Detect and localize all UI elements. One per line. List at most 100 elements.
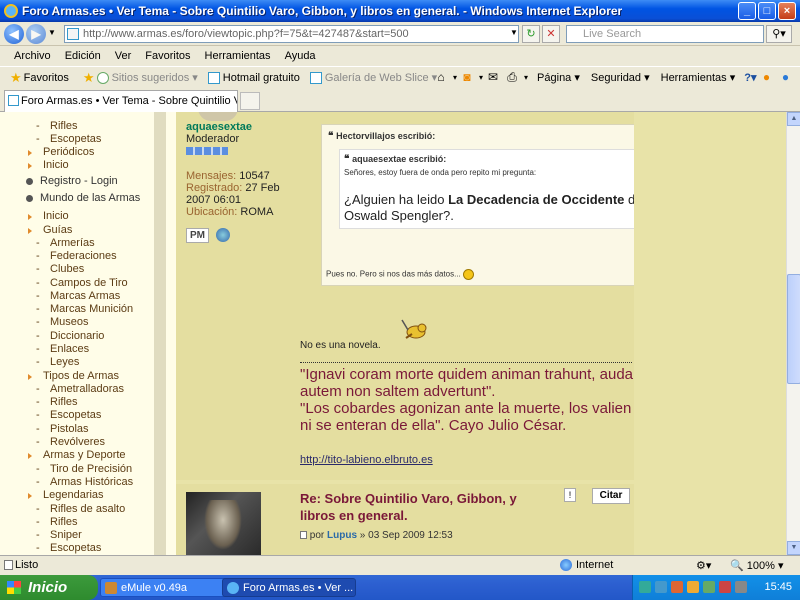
- sidebar-item-label: Rifles: [50, 516, 78, 528]
- tray-icon-4[interactable]: [687, 581, 699, 593]
- sidebar-item[interactable]: Escopetas: [36, 409, 101, 421]
- sidebar-item[interactable]: Armas Históricas: [36, 476, 133, 488]
- sidebar-item[interactable]: Tipos de Armas: [28, 370, 119, 382]
- sidebar-item[interactable]: Leyes: [36, 356, 80, 368]
- protected-mode-icon[interactable]: ⚙▾: [696, 559, 711, 572]
- zoom-level[interactable]: 🔍 100% ▾: [730, 559, 783, 572]
- quote-button[interactable]: Citar: [592, 488, 630, 504]
- post-author[interactable]: Lupus: [327, 530, 357, 541]
- sidebar-item[interactable]: Revólveres: [36, 436, 105, 448]
- sidebar-item[interactable]: Rifles: [36, 120, 77, 132]
- sidebar-item[interactable]: Legendarias: [28, 489, 104, 501]
- sidebar-item[interactable]: Inicio: [28, 159, 69, 171]
- history-dropdown-icon[interactable]: ▼: [48, 28, 56, 37]
- ie-icon: [227, 582, 239, 594]
- quote-outer-reply: Pues no. Pero si nos das más datos...: [326, 269, 461, 279]
- webslice-link[interactable]: Galería de Web Slice ▾: [309, 71, 437, 84]
- scroll-up-icon[interactable]: ▲: [787, 112, 800, 126]
- sidebar-item[interactable]: Diccionario: [36, 330, 105, 342]
- security-menu[interactable]: Seguridad ▾: [591, 71, 650, 84]
- tray-icon-3[interactable]: [671, 581, 683, 593]
- sidebar-item[interactable]: Clubes: [36, 263, 84, 275]
- mail-icon[interactable]: ✉: [486, 70, 500, 84]
- sidebar-item-label: Museos: [50, 316, 89, 328]
- sidebar-item[interactable]: Guías: [28, 224, 72, 236]
- sidebar-item[interactable]: Campos de Tiro: [36, 277, 128, 289]
- menu-ayuda[interactable]: Ayuda: [285, 50, 316, 62]
- sidebar-item[interactable]: Marcas Munición: [36, 303, 133, 315]
- security-zone[interactable]: Internet: [560, 559, 613, 572]
- menu-favoritos[interactable]: Favoritos: [145, 50, 190, 62]
- new-tab-button[interactable]: [240, 92, 260, 110]
- vertical-scrollbar[interactable]: ▲ ▼: [786, 112, 800, 555]
- window-title-bar[interactable]: Foro Armas.es • Ver Tema - Sobre Quintil…: [0, 0, 800, 22]
- feeds-icon[interactable]: ◙: [460, 70, 474, 84]
- address-bar[interactable]: http://www.armas.es/foro/viewtopic.php?f…: [64, 25, 519, 43]
- address-dropdown-icon[interactable]: ▼: [505, 25, 523, 43]
- website-icon[interactable]: [216, 228, 231, 243]
- signature-link[interactable]: http://tito-labieno.elbruto.es: [300, 454, 433, 466]
- back-button[interactable]: ◀: [4, 24, 24, 44]
- sidebar-item[interactable]: Rifles: [36, 516, 78, 528]
- sidebar-item[interactable]: Armerías: [36, 237, 95, 249]
- sidebar-item[interactable]: Rifles de asalto: [36, 503, 125, 515]
- start-button[interactable]: Inicio: [0, 575, 98, 600]
- sidebar-item[interactable]: Periódicos: [28, 146, 94, 158]
- search-input[interactable]: Live Search: [566, 25, 764, 43]
- sidebar-item[interactable]: Registro - Login: [26, 175, 118, 187]
- stop-icon[interactable]: ✕: [542, 25, 560, 43]
- tray-icon-5[interactable]: [703, 581, 715, 593]
- tray-icon-1[interactable]: [639, 581, 651, 593]
- suggested-sites-link[interactable]: ★ Sitios sugeridos ▾: [83, 70, 198, 86]
- hotmail-link[interactable]: Hotmail gratuito: [207, 71, 300, 84]
- menu-herramientas[interactable]: Herramientas: [205, 50, 271, 62]
- maximize-button[interactable]: □: [758, 2, 776, 20]
- tray-icon-6[interactable]: [719, 581, 731, 593]
- tab-foro-armas[interactable]: Foro Armas.es • Ver Tema - Sobre Quintil…: [4, 90, 238, 112]
- author-name[interactable]: aquaesextae: [186, 121, 296, 133]
- bird-emoticon-icon: [401, 319, 427, 339]
- menu-archivo[interactable]: Archivo: [14, 50, 51, 62]
- sidebar-item[interactable]: Tiro de Precisión: [36, 463, 132, 475]
- taskbar-item-emule[interactable]: eMule v0.49a: [100, 578, 228, 597]
- home-icon[interactable]: ⌂: [434, 70, 448, 84]
- scroll-thumb[interactable]: [787, 274, 800, 384]
- sidebar-item[interactable]: Federaciones: [36, 250, 117, 262]
- sidebar-item-label: Escopetas: [50, 133, 102, 145]
- menu-edicion[interactable]: Edición: [65, 50, 101, 62]
- help-icon[interactable]: ?▾: [744, 71, 756, 84]
- search-icon[interactable]: ⚲▾: [766, 25, 792, 43]
- sidebar-item[interactable]: Inicio: [28, 210, 69, 222]
- page-menu[interactable]: Página ▾: [537, 71, 580, 84]
- refresh-icon[interactable]: ↻: [522, 25, 540, 43]
- sidebar-item[interactable]: Armas y Deporte: [28, 449, 126, 461]
- tools-menu[interactable]: Herramientas ▾: [661, 71, 736, 84]
- sidebar-item[interactable]: Rifles: [36, 396, 77, 408]
- sidebar-item[interactable]: Ametralladoras: [36, 383, 124, 395]
- favorites-button[interactable]: ★ Favoritos: [10, 70, 69, 86]
- minimize-button[interactable]: _: [738, 2, 756, 20]
- menu-ver[interactable]: Ver: [115, 50, 132, 62]
- signature-line: "Ignavi coram morte quidem animan trahun…: [300, 366, 634, 383]
- messenger-icon[interactable]: ●: [778, 70, 792, 84]
- sidebar-item[interactable]: Escopetas: [36, 133, 102, 145]
- research-icon[interactable]: ●: [759, 70, 773, 84]
- sidebar-item[interactable]: Museos: [36, 316, 89, 328]
- volume-icon[interactable]: [735, 581, 747, 593]
- post-title[interactable]: Re: Sobre Quintilio Varo, Gibbon, y libr…: [300, 490, 550, 524]
- forward-button[interactable]: ▶: [26, 24, 46, 44]
- pm-button[interactable]: PM: [186, 228, 209, 243]
- report-button[interactable]: !: [564, 488, 576, 502]
- sidebar-item[interactable]: Marcas Armas: [36, 290, 120, 302]
- taskbar-item-ie[interactable]: Foro Armas.es • Ver ...: [222, 578, 356, 597]
- scroll-down-icon[interactable]: ▼: [787, 541, 800, 555]
- sidebar-item[interactable]: Enlaces: [36, 343, 89, 355]
- sidebar-item[interactable]: Escopetas: [36, 542, 101, 554]
- sidebar-item[interactable]: Sniper: [36, 529, 82, 541]
- print-icon[interactable]: ⎙: [505, 70, 519, 84]
- tray-icon-2[interactable]: [655, 581, 667, 593]
- sidebar-item[interactable]: Mundo de las Armas: [26, 192, 140, 204]
- sidebar-item[interactable]: Pistolas: [36, 423, 88, 435]
- close-button[interactable]: ×: [778, 2, 796, 20]
- sidebar-item-label: Campos de Tiro: [50, 277, 128, 289]
